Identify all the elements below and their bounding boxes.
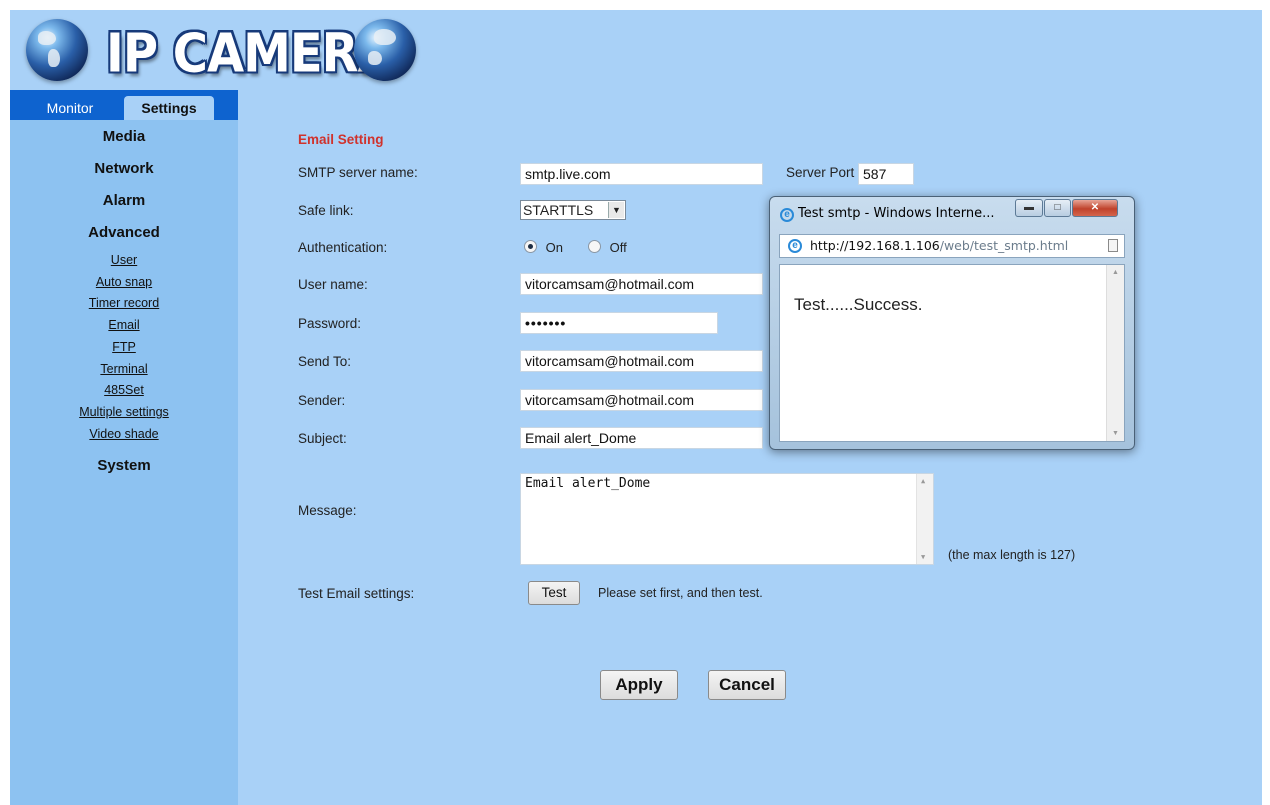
message-textarea[interactable]: Email alert_Dome ▲ ▼ — [520, 473, 934, 565]
popup-scrollbar[interactable]: ▲ ▼ — [1106, 265, 1124, 441]
cancel-button[interactable]: Cancel — [708, 670, 786, 700]
send-to-label: Send To: — [298, 354, 352, 369]
sidebar: Monitor Settings Media Network Alarm Adv… — [10, 90, 238, 805]
sidebar-section-alarm[interactable]: Alarm — [10, 192, 238, 209]
safe-link-label: Safe link: — [298, 203, 354, 218]
popup-content: Test......Success. ▲ ▼ — [779, 264, 1125, 442]
close-button[interactable]: ✕ — [1072, 199, 1118, 217]
sidebar-item-email[interactable]: Email — [10, 318, 238, 332]
test-hint: Please set first, and then test. — [598, 586, 763, 600]
test-button[interactable]: Test — [528, 581, 580, 605]
maximize-button[interactable]: □ — [1044, 199, 1071, 217]
sidebar-item-timer-record[interactable]: Timer record — [10, 296, 238, 310]
globe-icon — [354, 19, 416, 81]
password-label: Password: — [298, 316, 362, 331]
authentication-on-option[interactable]: On — [524, 240, 563, 255]
subject-input[interactable]: Email alert_Dome — [520, 427, 763, 449]
radio-off[interactable] — [588, 240, 601, 253]
safe-link-select[interactable]: STARTTLS ▼ — [520, 200, 626, 220]
radio-on[interactable] — [524, 240, 537, 253]
tab-settings[interactable]: Settings — [124, 96, 214, 120]
apply-button[interactable]: Apply — [600, 670, 678, 700]
server-port-input[interactable]: 587 — [858, 163, 914, 185]
sidebar-section-network[interactable]: Network — [10, 160, 238, 177]
radio-off-label: Off — [609, 240, 627, 255]
sidebar-item-terminal[interactable]: Terminal — [10, 362, 238, 376]
page-icon[interactable] — [1108, 239, 1118, 252]
sender-input[interactable]: vitorcamsam@hotmail.com — [520, 389, 763, 411]
test-result-message: Test......Success. — [794, 295, 923, 314]
address-url: http://192.168.1.106/web/test_smtp.html — [810, 238, 1068, 253]
sidebar-item-ftp[interactable]: FTP — [10, 340, 238, 354]
message-label: Message: — [298, 503, 357, 518]
chevron-down-icon[interactable]: ▼ — [608, 202, 624, 218]
internet-explorer-icon: e — [780, 208, 794, 222]
tab-bar: Monitor Settings — [10, 90, 238, 120]
authentication-label: Authentication: — [298, 240, 388, 255]
sender-label: Sender: — [298, 393, 346, 408]
message-scrollbar[interactable]: ▲ ▼ — [916, 474, 933, 564]
test-smtp-popup-window: e Test smtp - Windows Interne... ▬ □ ✕ e… — [769, 196, 1135, 450]
subject-label: Subject: — [298, 431, 347, 446]
sidebar-section-advanced[interactable]: Advanced — [10, 224, 238, 241]
sidebar-item-multiple-settings[interactable]: Multiple settings — [10, 405, 238, 419]
smtp-server-input[interactable]: smtp.live.com — [520, 163, 763, 185]
safe-link-value: STARTTLS — [523, 202, 594, 218]
server-port-label: Server Port — [786, 165, 855, 180]
header: IP CAMERA — [10, 10, 1262, 90]
logo-text: IP CAMERA — [106, 22, 395, 85]
popup-title: Test smtp - Windows Interne... — [798, 206, 995, 221]
test-email-label: Test Email settings: — [298, 586, 415, 601]
internet-explorer-icon: e — [788, 239, 802, 253]
sidebar-item-auto-snap[interactable]: Auto snap — [10, 275, 238, 289]
sidebar-section-system[interactable]: System — [10, 457, 238, 474]
tab-monitor[interactable]: Monitor — [30, 96, 110, 120]
sidebar-item-user[interactable]: User — [10, 253, 238, 267]
user-name-input[interactable]: vitorcamsam@hotmail.com — [520, 273, 763, 295]
message-text: Email alert_Dome — [525, 476, 651, 491]
sidebar-item-485set[interactable]: 485Set — [10, 383, 238, 397]
address-host: http://192.168.1.106 — [810, 238, 940, 253]
minimize-button[interactable]: ▬ — [1015, 199, 1043, 217]
radio-on-label: On — [545, 240, 563, 255]
message-max-length-hint: (the max length is 127) — [948, 548, 1076, 562]
smtp-server-label: SMTP server name: — [298, 165, 418, 180]
user-name-label: User name: — [298, 277, 368, 292]
authentication-off-option[interactable]: Off — [588, 240, 627, 255]
password-input[interactable]: ••••••• — [520, 312, 718, 334]
send-to-input[interactable]: vitorcamsam@hotmail.com — [520, 350, 763, 372]
address-path: /web/test_smtp.html — [939, 238, 1069, 253]
globe-icon — [26, 19, 88, 81]
address-bar[interactable]: e http://192.168.1.106/web/test_smtp.htm… — [779, 234, 1125, 258]
sidebar-item-video-shade[interactable]: Video shade — [10, 427, 238, 441]
sidebar-section-media[interactable]: Media — [10, 128, 238, 145]
section-heading: Email Setting — [298, 132, 384, 147]
